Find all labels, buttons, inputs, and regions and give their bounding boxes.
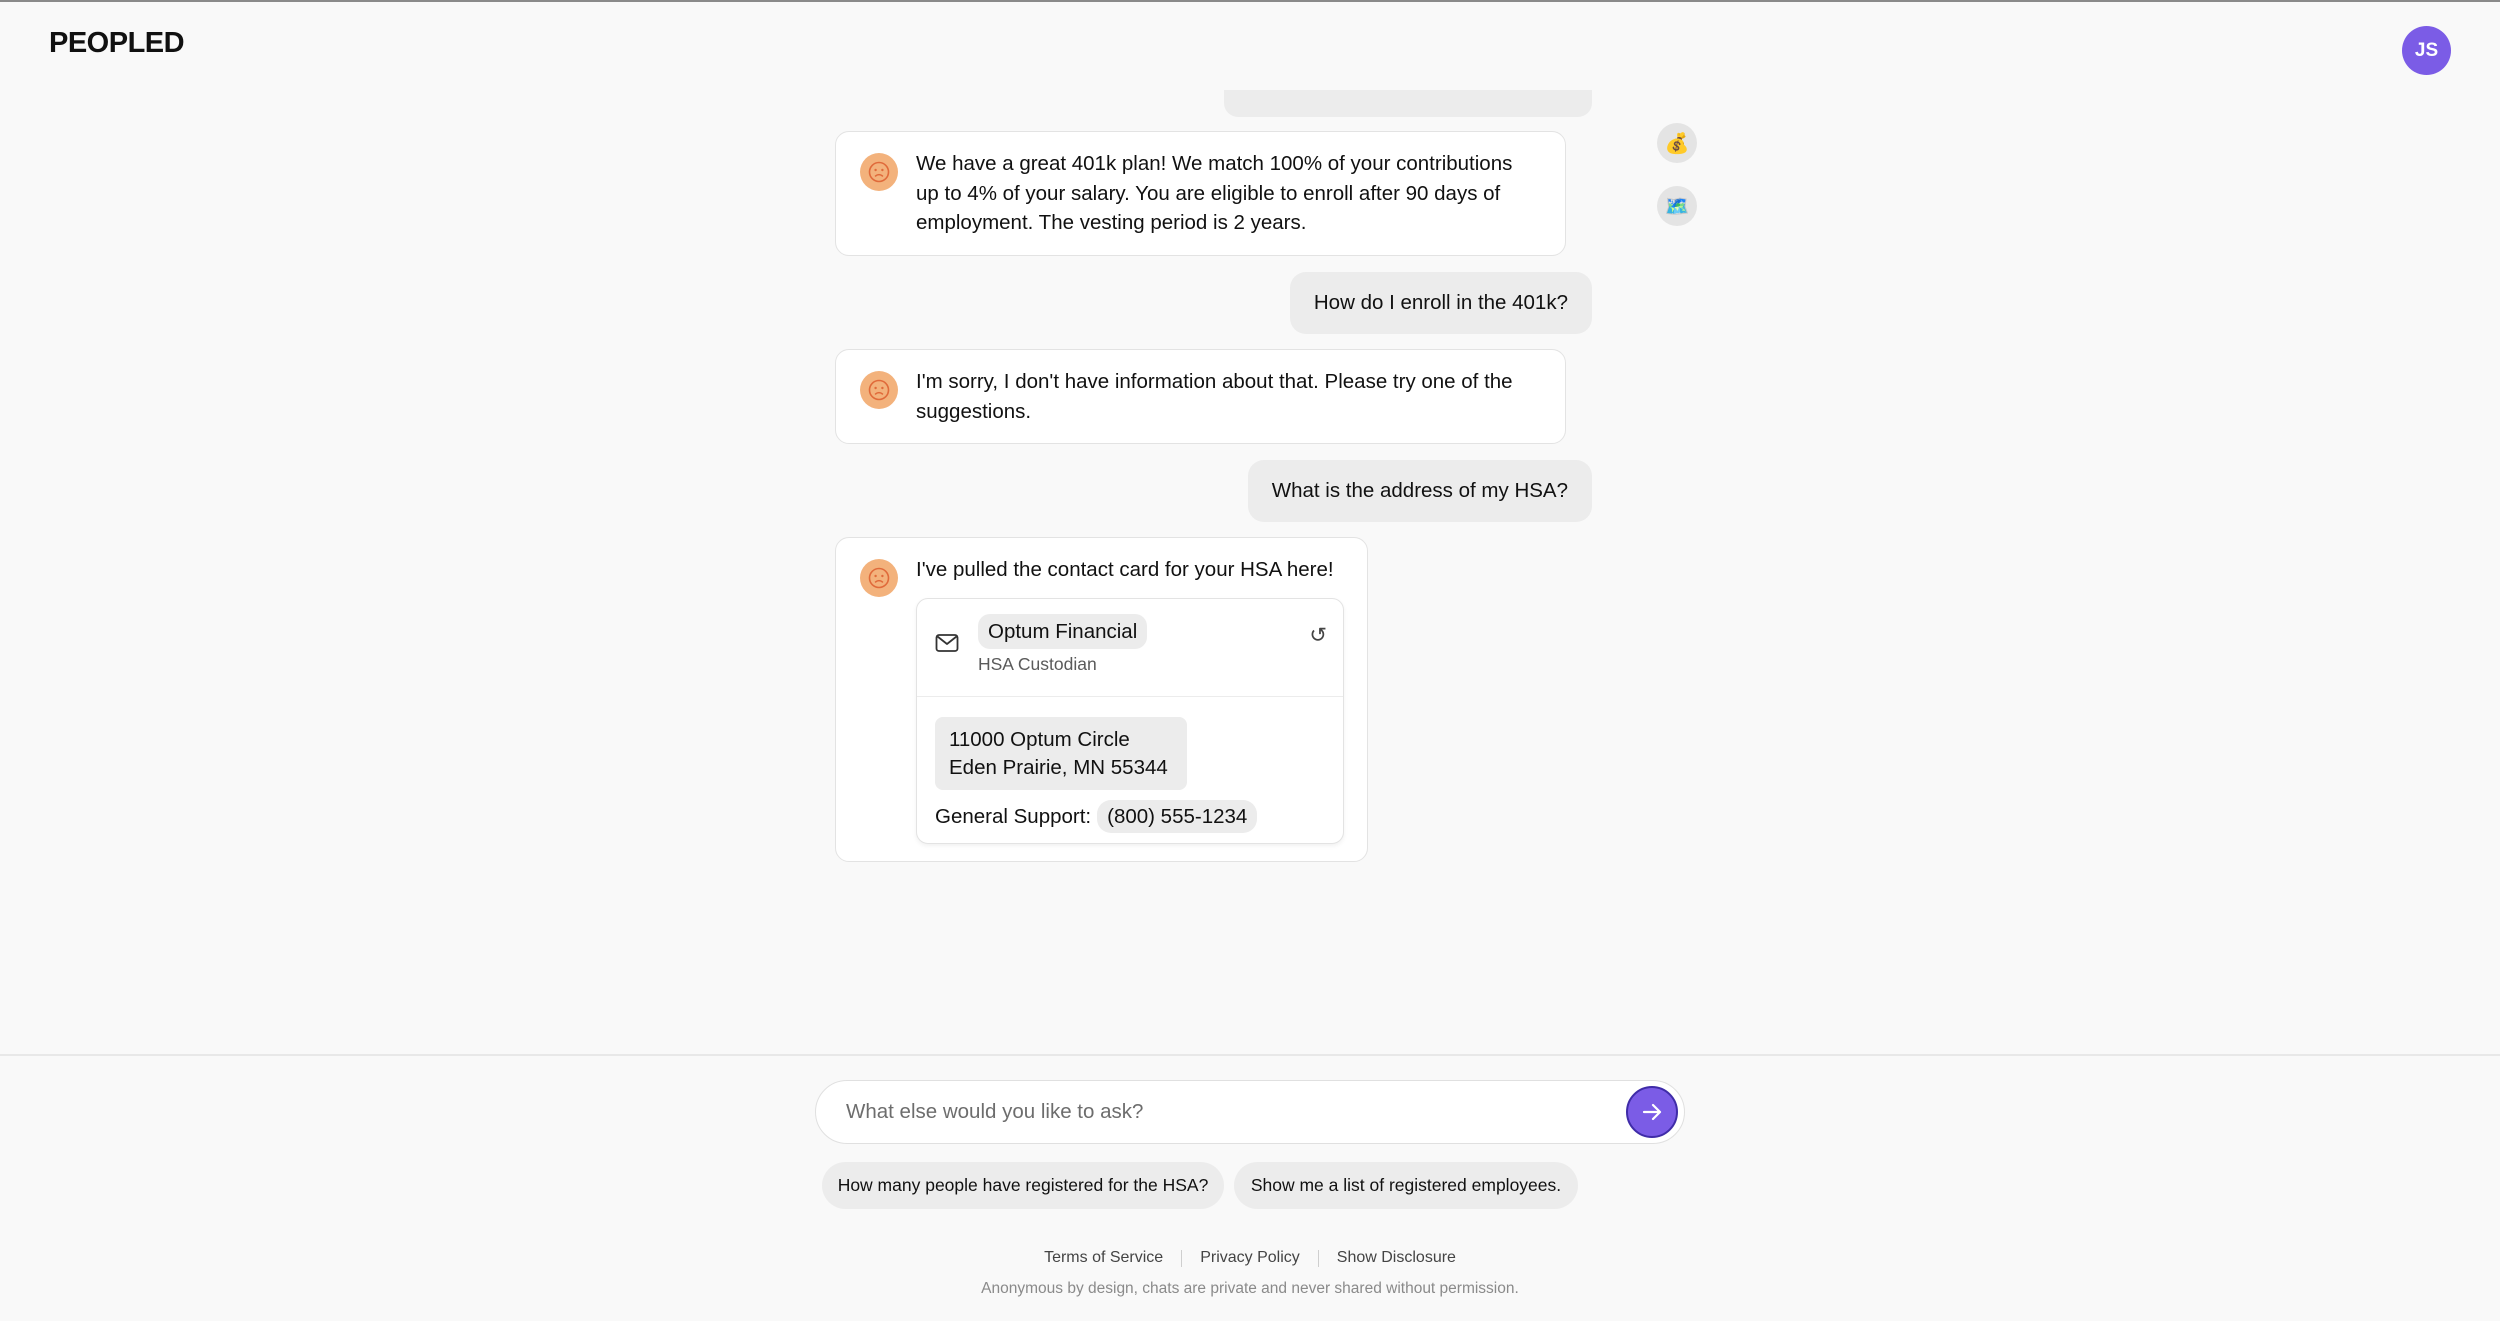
address-line-2: Eden Prairie, MN 55344 xyxy=(949,755,1168,779)
contact-role: HSA Custodian xyxy=(978,654,1097,674)
bot-face-icon xyxy=(868,567,890,589)
bot-face-icon xyxy=(868,161,890,183)
refresh-icon[interactable]: ↺ xyxy=(1309,623,1327,648)
bot-message-text: I'm sorry, I don't have information abou… xyxy=(916,370,1513,423)
app-logo[interactable]: PEOPLED xyxy=(49,27,185,60)
user-avatar[interactable]: JS xyxy=(2402,26,2451,75)
mail-icon xyxy=(935,634,959,652)
composer-divider xyxy=(0,1054,2500,1056)
privacy-policy-link[interactable]: Privacy Policy xyxy=(1182,1249,1318,1267)
support-label: General Support: xyxy=(935,804,1092,828)
composer xyxy=(815,1080,1685,1144)
bot-avatar xyxy=(860,371,898,409)
window-top-border xyxy=(0,0,2500,2)
bot-message: I'm sorry, I don't have information abou… xyxy=(835,349,1566,444)
bot-message-text: We have a great 401k plan! We match 100%… xyxy=(916,152,1513,234)
chat-input[interactable] xyxy=(846,1081,1616,1142)
address-line-1: 11000 Optum Circle xyxy=(949,728,1130,751)
contact-address[interactable]: 11000 Optum Circle Eden Prairie, MN 5534… xyxy=(935,717,1187,790)
previous-user-message xyxy=(1224,90,1592,117)
show-disclosure-link[interactable]: Show Disclosure xyxy=(1319,1249,1474,1267)
phone-number[interactable]: (800) 555-1234 xyxy=(1097,800,1258,833)
bot-face-icon xyxy=(868,379,890,401)
contact-card: Optum Financial HSA Custodian ↺ 11000 Op… xyxy=(916,598,1344,844)
user-message: What is the address of my HSA? xyxy=(1247,460,1592,522)
contact-support: General Support: (800) 555-1234 xyxy=(935,800,1258,833)
money-bag-icon[interactable]: 💰 xyxy=(1657,123,1697,163)
bot-message: I've pulled the contact card for your HS… xyxy=(835,537,1368,862)
map-icon[interactable]: 🗺️ xyxy=(1657,186,1697,226)
suggestion-chip[interactable]: Show me a list of registered employees. xyxy=(1234,1162,1578,1209)
contact-name[interactable]: Optum Financial xyxy=(978,614,1148,649)
bot-message: We have a great 401k plan! We match 100%… xyxy=(835,131,1566,256)
terms-of-service-link[interactable]: Terms of Service xyxy=(1026,1249,1181,1267)
bot-avatar xyxy=(860,153,898,191)
bot-avatar xyxy=(860,559,898,597)
send-button[interactable] xyxy=(1626,1086,1678,1138)
arrow-right-icon xyxy=(1642,1103,1662,1121)
contact-card-header: Optum Financial HSA Custodian ↺ xyxy=(917,599,1343,697)
bot-message-text: I've pulled the contact card for your HS… xyxy=(916,558,1334,581)
suggestion-chip[interactable]: How many people have registered for the … xyxy=(822,1162,1224,1209)
privacy-note: Anonymous by design, chats are private a… xyxy=(981,1280,1519,1297)
user-message: How do I enroll in the 401k? xyxy=(1289,272,1592,334)
footer-links: Terms of Service Privacy Policy Show Dis… xyxy=(0,1249,2500,1267)
